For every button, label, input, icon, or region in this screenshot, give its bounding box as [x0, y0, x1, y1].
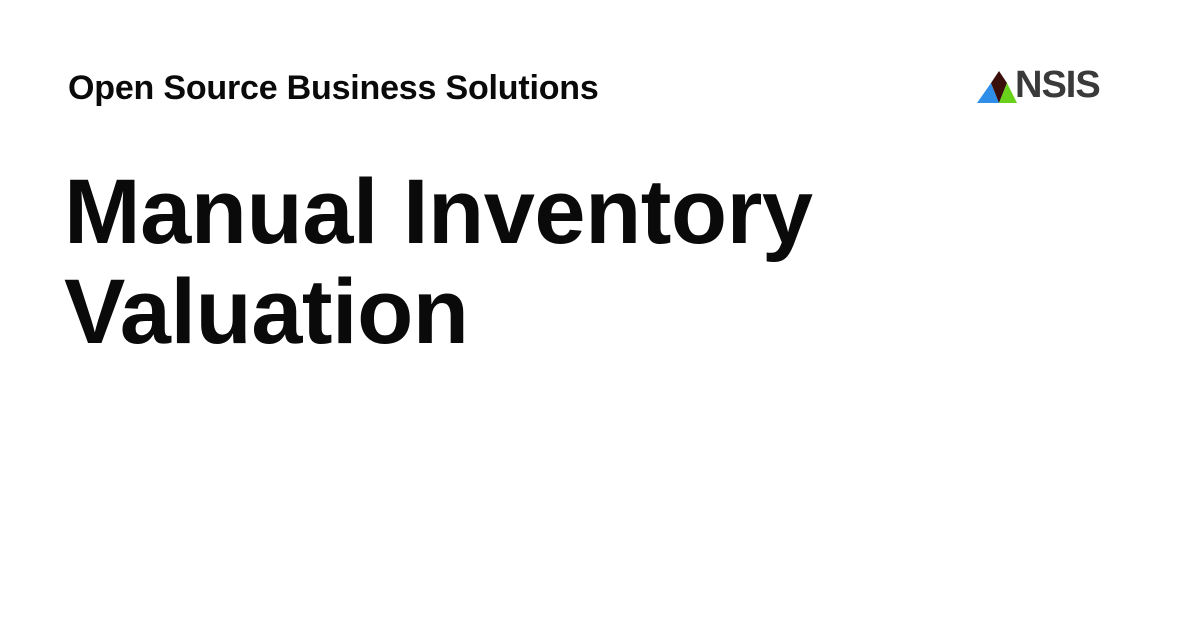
site-name: Open Source Business Solutions: [68, 69, 599, 107]
social-card: Open Source Business Solutions NSIS Manu…: [0, 0, 1200, 630]
nsis-mountain-logo-icon: [977, 71, 1017, 103]
page-title: Manual Inventory Valuation: [64, 161, 813, 363]
brand-logo: NSIS: [977, 64, 1101, 106]
logo-text: NSIS: [1015, 64, 1101, 106]
